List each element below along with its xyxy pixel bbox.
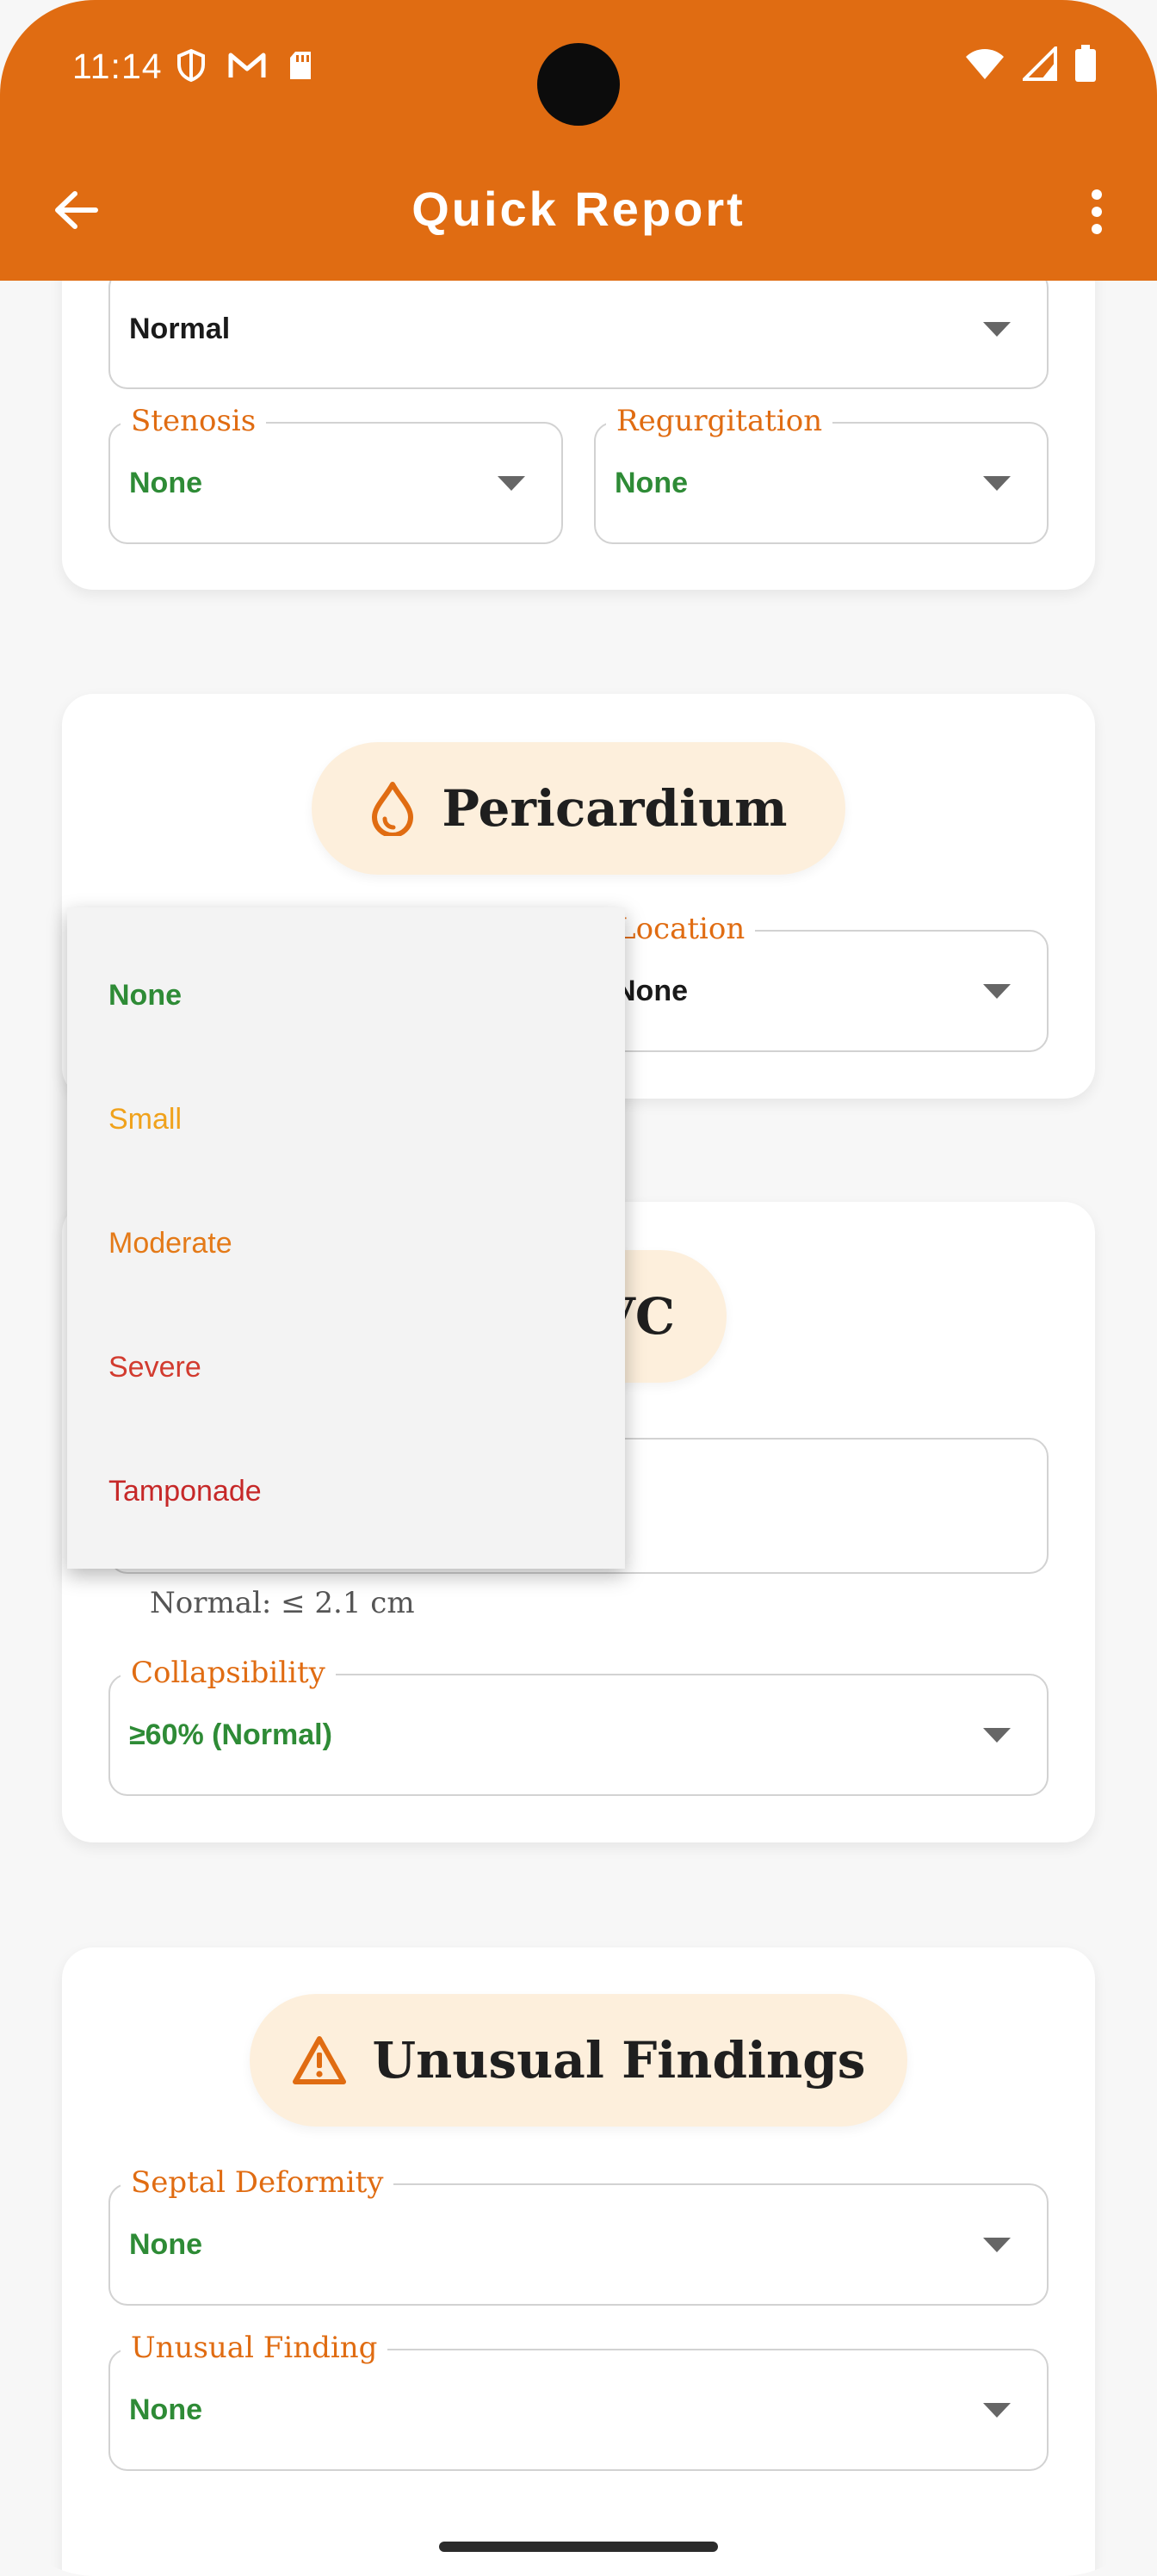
dropdown-option-severe[interactable]: Severe xyxy=(67,1305,625,1429)
dropdown-caret-icon xyxy=(983,984,1011,999)
stenosis-select[interactable]: Stenosis None xyxy=(108,399,563,544)
page-title: Quick Report xyxy=(411,182,746,236)
helper-text: Normal: ≤ 2.1 cm xyxy=(150,1586,415,1620)
select-value: None xyxy=(615,466,688,499)
sd-card-icon xyxy=(290,52,311,79)
wifi-icon xyxy=(966,49,1004,79)
dropdown-option-small[interactable]: Small xyxy=(67,1057,625,1181)
valve-morphology-select[interactable]: Normal xyxy=(108,269,1049,389)
app-bar: 11:14 Quick Report xyxy=(0,0,1157,281)
select-value: None xyxy=(129,466,202,499)
dropdown-option-none[interactable]: None xyxy=(67,933,625,1057)
effusion-dropdown-menu: None Small Moderate Severe Tamponade xyxy=(67,907,625,1569)
select-value: ≥60% (Normal) xyxy=(129,1718,332,1751)
mail-icon xyxy=(228,53,266,77)
status-icons-right xyxy=(964,45,1097,83)
regurgitation-select[interactable]: Regurgitation None xyxy=(594,399,1049,544)
status-time: 11:14 xyxy=(72,46,163,86)
dropdown-option-moderate[interactable]: Moderate xyxy=(67,1181,625,1305)
section-header-pill: Pericardium xyxy=(312,742,845,875)
select-value: None xyxy=(615,974,688,1007)
collapsibility-select[interactable]: Collapsibility ≥60% (Normal) xyxy=(108,1651,1049,1796)
select-value: Normal xyxy=(129,312,231,345)
home-indicator[interactable] xyxy=(439,2542,718,2552)
location-select[interactable]: Location None xyxy=(594,907,1049,1052)
dropdown-caret-icon xyxy=(498,476,525,491)
dropdown-option-tamponade[interactable]: Tamponade xyxy=(67,1429,625,1553)
dropdown-caret-icon xyxy=(983,2403,1011,2418)
dropdown-caret-icon xyxy=(983,2238,1011,2252)
select-value: None xyxy=(129,2393,202,2426)
phone-screen: 11:14 Quick Report Normal Stenosis None xyxy=(0,0,1157,2576)
unusual-findings-card: Unusual Findings Septal Deformity None U… xyxy=(62,1947,1095,2576)
signal-icon xyxy=(1023,46,1057,81)
dropdown-caret-icon xyxy=(983,322,1011,337)
more-options-button[interactable] xyxy=(1074,183,1119,241)
dropdown-caret-icon xyxy=(983,1728,1011,1743)
warning-triangle-icon xyxy=(292,2036,346,2084)
section-title: Pericardium xyxy=(442,779,788,838)
section-title: Unusual Findings xyxy=(372,2031,866,2090)
status-icons-left xyxy=(176,48,313,83)
more-vert-icon xyxy=(1092,189,1102,234)
section-header-pill: Unusual Findings xyxy=(250,1994,907,2127)
front-camera xyxy=(537,43,620,126)
select-value: None xyxy=(129,2227,202,2261)
shield-icon xyxy=(177,48,205,83)
septal-deformity-select[interactable]: Septal Deformity None xyxy=(108,2161,1049,2306)
droplet-icon xyxy=(372,782,414,836)
dropdown-caret-icon xyxy=(983,476,1011,491)
unusual-finding-select[interactable]: Unusual Finding None xyxy=(108,2326,1049,2471)
battery-icon xyxy=(1075,45,1096,82)
